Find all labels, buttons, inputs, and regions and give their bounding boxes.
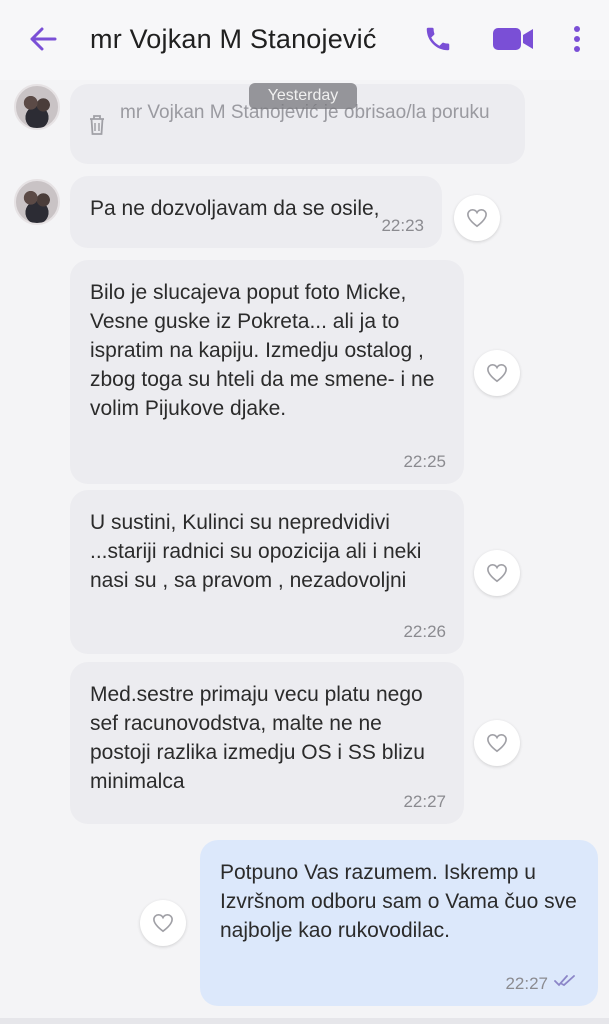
video-camera-icon <box>493 28 533 50</box>
message-time: 22:23 <box>381 216 424 235</box>
more-vertical-icon <box>574 26 580 52</box>
chat-header: mr Vojkan M Stanojević <box>0 0 609 80</box>
message-bubble[interactable]: U sustini, Kulinci su nepredvidivi ...st… <box>70 490 464 654</box>
contact-name[interactable]: mr Vojkan M Stanojević <box>90 24 377 55</box>
more-options-button[interactable] <box>565 20 589 58</box>
avatar[interactable] <box>14 179 60 225</box>
message-bubble[interactable]: Med.sestre primaju vecu platu nego sef r… <box>70 662 464 824</box>
trash-icon <box>88 114 106 141</box>
message-time: 22:25 <box>403 452 446 471</box>
message-bubble-outgoing[interactable]: Potpuno Vas razumem. Iskremp u Izvršnom … <box>200 840 598 1006</box>
avatar[interactable] <box>14 84 60 130</box>
like-button[interactable] <box>474 350 520 396</box>
message-bubble[interactable]: Pa ne dozvoljavam da se osile, 22:23 <box>70 176 442 248</box>
date-separator: Yesterday <box>249 83 357 109</box>
heart-icon <box>487 563 507 583</box>
message-list[interactable]: mr Vojkan M Stanojević je obrisao/la por… <box>0 80 609 1024</box>
back-arrow-icon <box>30 27 57 51</box>
message-text: Potpuno Vas razumem. Iskremp u Izvršnom … <box>220 861 577 942</box>
message-time: 22:26 <box>403 622 446 641</box>
like-button[interactable] <box>454 195 500 241</box>
message-time: 22:27 <box>403 792 446 811</box>
video-call-button[interactable] <box>488 20 538 58</box>
message-text: U sustini, Kulinci su nepredvidivi ...st… <box>90 511 422 592</box>
heart-icon <box>467 208 487 228</box>
like-button[interactable] <box>474 720 520 766</box>
like-button[interactable] <box>140 900 186 946</box>
message-text: Med.sestre primaju vecu platu nego sef r… <box>90 683 425 793</box>
heart-icon <box>487 733 507 753</box>
message-text: Pa ne dozvoljavam da se osile, <box>90 197 380 220</box>
heart-icon <box>153 913 173 933</box>
back-button[interactable] <box>26 22 60 56</box>
message-time: 22:27 <box>505 974 548 993</box>
next-message-edge <box>0 1018 609 1024</box>
heart-icon <box>487 363 507 383</box>
read-receipt-icon <box>554 967 578 996</box>
call-button[interactable] <box>420 20 456 58</box>
phone-icon <box>426 27 450 51</box>
message-bubble[interactable]: Bilo je slucajeva poput foto Micke, Vesn… <box>70 260 464 484</box>
message-text: Bilo je slucajeva poput foto Micke, Vesn… <box>90 281 435 420</box>
like-button[interactable] <box>474 550 520 596</box>
